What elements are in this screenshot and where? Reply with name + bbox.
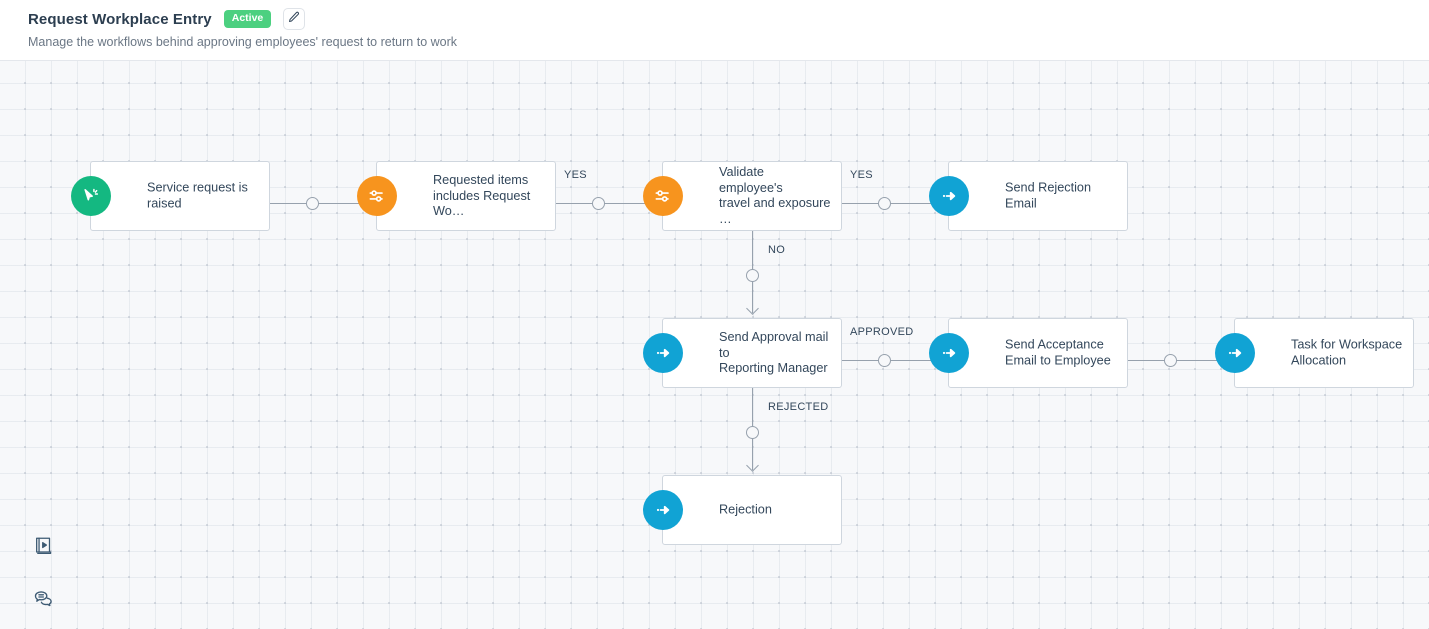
sliders-icon <box>643 176 683 216</box>
node-service-request-raised[interactable]: Service request is raised <box>71 161 270 231</box>
edge-label-yes-1: YES <box>564 169 587 181</box>
node-label: Requested items includes Request Wo… <box>433 172 531 218</box>
edge-label-no: NO <box>768 244 786 256</box>
edge-label-yes-2: YES <box>850 169 873 181</box>
send-arrow-icon <box>1215 333 1255 373</box>
node-send-approval-mail-manager[interactable]: Send Approval mail to Reporting Manager <box>643 318 842 388</box>
sliders-icon <box>357 176 397 216</box>
edge-label-rejected: REJECTED <box>768 401 829 413</box>
feedback-button[interactable] <box>31 589 57 615</box>
node-send-rejection-email[interactable]: Send Rejection Email <box>929 161 1128 231</box>
node-label: Rejection <box>719 502 772 517</box>
edge-approval-to-rejection <box>745 388 759 475</box>
send-arrow-icon <box>643 490 683 530</box>
workflow-canvas[interactable]: YES YES NO APPROVED REJECTED Service req… <box>0 61 1429 629</box>
node-rejection[interactable]: Rejection <box>643 475 842 545</box>
guide-button[interactable] <box>31 535 57 561</box>
send-arrow-icon <box>929 333 969 373</box>
page-subtitle: Manage the workflows behind approving em… <box>28 35 458 49</box>
title-row: Request Workplace Entry Active <box>28 8 306 30</box>
node-task-for-workspace-allocation[interactable]: Task for Workspace Allocation <box>1215 318 1414 388</box>
edge-label-approved: APPROVED <box>850 326 914 338</box>
page-title: Request Workplace Entry <box>28 10 212 28</box>
book-play-icon <box>33 535 55 562</box>
page-header: Request Workplace Entry Active Manage th… <box>0 0 1429 61</box>
node-label: Task for Workspace Allocation <box>1291 337 1403 368</box>
edge-validate-to-approval-mail <box>745 231 759 318</box>
node-label: Send Approval mail to Reporting Manager <box>719 329 829 375</box>
node-requested-items-includes[interactable]: Requested items includes Request Wo… <box>357 161 556 231</box>
node-label: Validate employee's travel and exposure … <box>719 165 831 226</box>
pencil-icon <box>288 10 300 28</box>
send-arrow-icon <box>929 176 969 216</box>
node-label: Service request is raised <box>147 180 248 211</box>
cursor-click-icon <box>71 176 111 216</box>
chat-bubble-icon <box>33 588 56 616</box>
node-validate-employee-travel[interactable]: Validate employee's travel and exposure … <box>643 161 842 231</box>
status-badge: Active <box>223 10 272 28</box>
node-send-acceptance-email-employee[interactable]: Send Acceptance Email to Employee <box>929 318 1128 388</box>
node-label: Send Rejection Email <box>1005 180 1092 211</box>
send-arrow-icon <box>643 333 683 373</box>
node-label: Send Acceptance Email to Employee <box>1005 337 1111 368</box>
edit-workflow-button[interactable] <box>283 8 306 30</box>
